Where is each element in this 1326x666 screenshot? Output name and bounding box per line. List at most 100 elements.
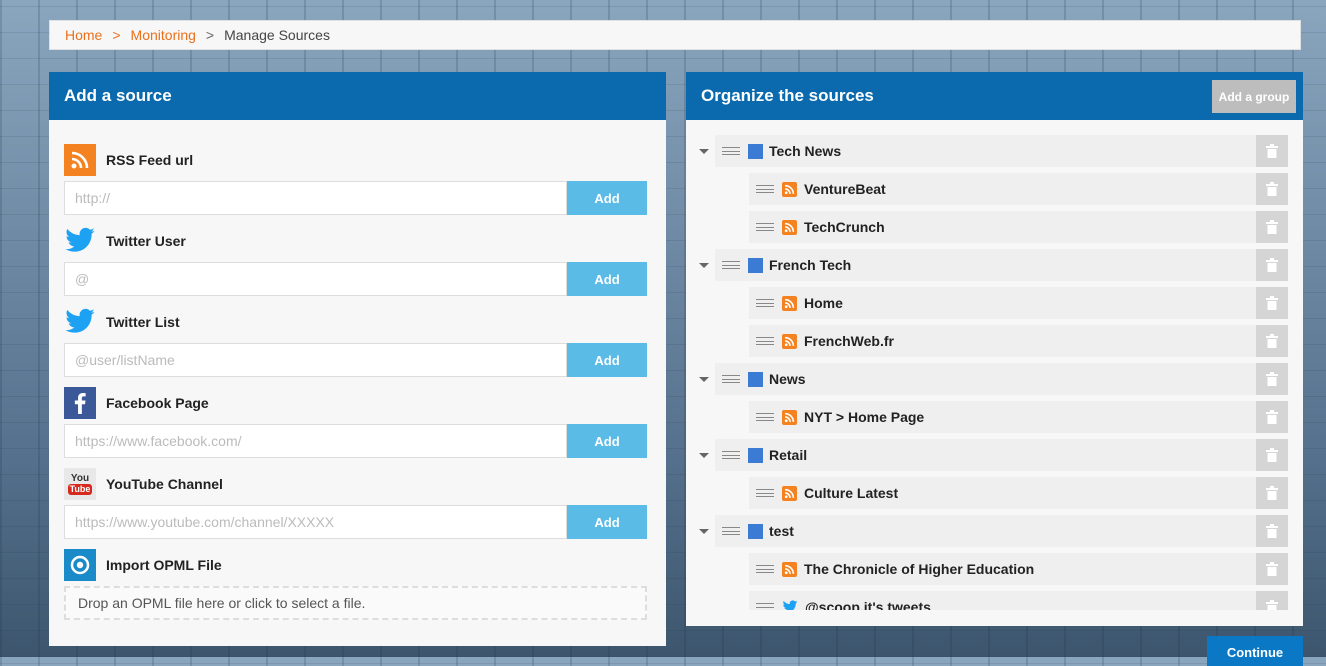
facebook-icon [64,387,96,419]
trash-icon[interactable] [1256,249,1288,281]
twitter-icon [64,306,96,338]
facebook-url-input[interactable] [64,424,567,458]
group-label: News [769,371,806,387]
row-content: Tech News [715,135,1288,167]
drag-handle-icon[interactable] [756,489,774,497]
trash-icon[interactable] [1256,591,1288,610]
drag-handle-icon[interactable] [756,299,774,307]
caret-down-icon[interactable] [699,377,709,382]
twitter-list-label: Twitter List [106,314,180,330]
group-row[interactable]: test [686,515,1303,547]
twitter-icon [782,600,798,610]
source-row[interactable]: Home [686,287,1303,319]
youtube-url-input[interactable] [64,505,567,539]
facebook-add-button[interactable]: Add [567,424,647,458]
trash-icon[interactable] [1256,515,1288,547]
rss-url-input[interactable] [64,181,567,215]
rss-icon [782,561,797,577]
trash-icon[interactable] [1256,401,1288,433]
group-row[interactable]: Retail [686,439,1303,471]
row-content: News [715,363,1288,395]
breadcrumb-separator: > [205,27,215,43]
facebook-block: Facebook Page Add [64,387,647,458]
rss-icon [782,181,797,197]
source-row[interactable]: NYT > Home Page [686,401,1303,433]
twitter-list-add-button[interactable]: Add [567,343,647,377]
folder-icon [748,523,763,539]
drag-handle-icon[interactable] [756,185,774,193]
row-content: TechCrunch [749,211,1288,243]
trash-icon[interactable] [1256,363,1288,395]
trash-icon[interactable] [1256,135,1288,167]
drag-handle-icon[interactable] [722,147,740,155]
group-label: Tech News [769,143,842,159]
breadcrumb-current: Manage Sources [224,27,330,43]
trash-icon[interactable] [1256,325,1288,357]
source-row[interactable]: The Chronicle of Higher Education [686,553,1303,585]
source-row[interactable]: @scoop.it's tweets [686,591,1303,610]
source-label: Home [804,295,843,311]
opml-icon [64,549,96,581]
folder-icon [748,371,763,387]
breadcrumb-home-link[interactable]: Home [65,27,102,43]
breadcrumb-monitoring-link[interactable]: Monitoring [131,27,196,43]
drag-handle-icon[interactable] [756,413,774,421]
drag-handle-icon[interactable] [756,223,774,231]
group-row[interactable]: News [686,363,1303,395]
trash-icon[interactable] [1256,287,1288,319]
group-label: Retail [769,447,808,463]
source-row[interactable]: VentureBeat [686,173,1303,205]
twitter-list-input[interactable] [64,343,567,377]
row-content: NYT > Home Page [749,401,1288,433]
twitter-user-input[interactable] [64,262,567,296]
trash-icon[interactable] [1256,173,1288,205]
add-source-title: Add a source [64,86,172,105]
rss-icon [782,485,797,501]
drag-handle-icon[interactable] [722,261,740,269]
trash-icon[interactable] [1256,477,1288,509]
folder-icon [748,447,763,463]
trash-icon[interactable] [1256,211,1288,243]
youtube-label: YouTube Channel [106,476,223,492]
drag-handle-icon[interactable] [722,451,740,459]
twitter-user-block: Twitter User Add [64,225,647,296]
group-label: French Tech [769,257,852,273]
group-row[interactable]: Tech News [686,135,1303,167]
caret-down-icon[interactable] [699,263,709,268]
add-source-panel: Add a source RSS Feed url Add Twitter Us… [49,72,666,646]
twitter-icon [64,225,96,257]
source-row[interactable]: TechCrunch [686,211,1303,243]
caret-down-icon[interactable] [699,529,709,534]
twitter-user-label: Twitter User [106,233,186,249]
row-content: Culture Latest [749,477,1288,509]
rss-source-block: RSS Feed url Add [64,144,647,215]
rss-icon [782,219,797,235]
add-source-header: Add a source [49,72,666,120]
organize-sources-header: Organize the sources Add a group [686,72,1303,120]
group-row[interactable]: French Tech [686,249,1303,281]
rss-add-button[interactable]: Add [567,181,647,215]
source-row[interactable]: FrenchWeb.fr [686,325,1303,357]
drag-handle-icon[interactable] [722,375,740,383]
group-label: test [769,523,794,539]
twitter-user-add-button[interactable]: Add [567,262,647,296]
drag-handle-icon[interactable] [756,565,774,573]
rss-icon [782,333,797,349]
drag-handle-icon[interactable] [756,337,774,345]
row-content: FrenchWeb.fr [749,325,1288,357]
caret-down-icon[interactable] [699,453,709,458]
source-tree: Tech News VentureBeat TechCrunch French Tec… [686,134,1303,610]
opml-dropzone[interactable]: Drop an OPML file here or click to selec… [64,586,647,620]
source-row[interactable]: Culture Latest [686,477,1303,509]
drag-handle-icon[interactable] [756,603,774,610]
drag-handle-icon[interactable] [722,527,740,535]
source-label: TechCrunch [804,219,885,235]
trash-icon[interactable] [1256,553,1288,585]
twitter-list-block: Twitter List Add [64,306,647,377]
trash-icon[interactable] [1256,439,1288,471]
youtube-add-button[interactable]: Add [567,505,647,539]
add-group-button[interactable]: Add a group [1212,80,1296,113]
continue-button[interactable]: Continue [1207,636,1303,666]
caret-down-icon[interactable] [699,149,709,154]
rss-label: RSS Feed url [106,152,194,168]
